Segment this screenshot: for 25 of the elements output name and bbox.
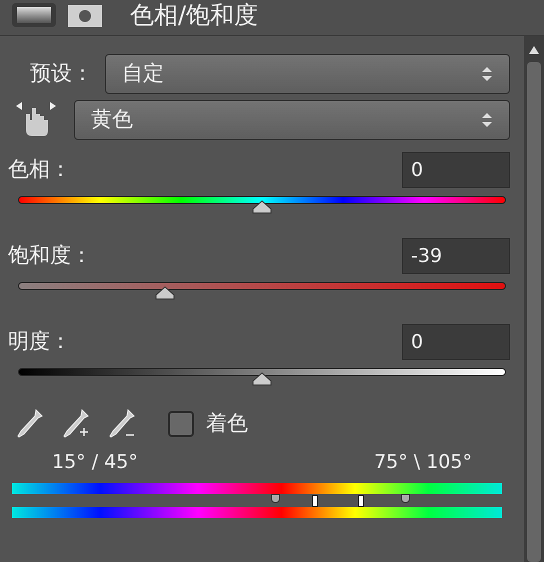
value-field[interactable]: 0 <box>402 152 510 188</box>
channel-dropdown[interactable]: 黄色 <box>74 100 510 140</box>
value-field[interactable]: -39 <box>402 238 510 274</box>
scrollbar[interactable] <box>524 36 544 562</box>
panel-title: 色相/饱和度 <box>130 3 258 27</box>
preset-dropdown[interactable]: 自定 <box>105 54 510 94</box>
range-label: 75° \ 105° <box>374 450 472 475</box>
slider-thumb[interactable] <box>252 372 272 386</box>
preset-label: 预设： <box>30 60 93 88</box>
scroll-up-icon[interactable] <box>529 46 539 54</box>
slider-label: 色相： <box>8 156 71 184</box>
slider-thumb[interactable] <box>154 286 175 300</box>
slider-thumb[interactable] <box>252 200 272 214</box>
range-handle[interactable] <box>312 494 318 506</box>
range-label: 15° / 45° <box>52 450 138 475</box>
colorize-checkbox[interactable] <box>168 411 194 437</box>
updown-arrows-icon <box>481 65 493 83</box>
slider-label: 饱和度： <box>8 242 92 270</box>
range-handle[interactable] <box>358 494 364 506</box>
mask-icon[interactable] <box>68 5 102 27</box>
adjustment-icon[interactable] <box>12 3 56 27</box>
slider-label: 明度： <box>8 328 71 356</box>
updown-arrows-icon <box>481 111 493 129</box>
colorize-label: 着色 <box>206 410 248 438</box>
value-field[interactable]: 0 <box>402 324 510 360</box>
